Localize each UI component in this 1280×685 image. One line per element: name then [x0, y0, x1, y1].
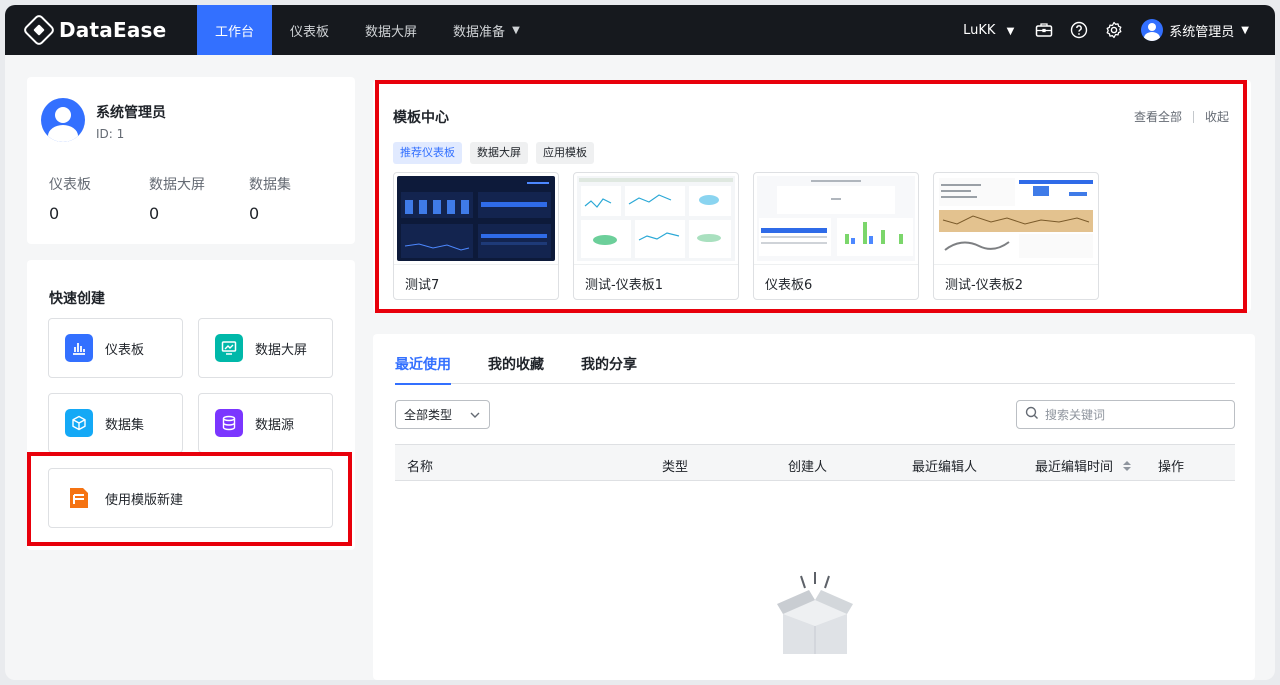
- template-card[interactable]: 测试-仪表板2: [933, 172, 1099, 300]
- user-name: 系统管理员: [1169, 24, 1235, 40]
- template-preview-image: [394, 173, 558, 264]
- search-icon: [1025, 406, 1039, 424]
- search-input[interactable]: [1045, 407, 1215, 422]
- column-header-name: 名称: [407, 460, 434, 475]
- template-card[interactable]: 测试-仪表板1: [573, 172, 739, 300]
- tab-shared[interactable]: 我的分享: [581, 354, 637, 384]
- profile-id: ID: 1: [96, 127, 125, 141]
- user-avatar-icon: [41, 98, 85, 142]
- select-value: 全部类型: [404, 408, 453, 422]
- column-header-label: 最近编辑时间: [1035, 460, 1114, 475]
- database-icon: [215, 409, 243, 437]
- stat-dataset: 数据集 0: [249, 174, 291, 223]
- button-label: 仪表板: [105, 342, 145, 358]
- stat-value: 0: [49, 204, 60, 223]
- stat-label: 数据大屏: [149, 177, 205, 193]
- nav-tab-label: 工作台: [215, 24, 255, 40]
- nav-tab-dashboard[interactable]: 仪表板: [272, 5, 347, 55]
- stat-label: 仪表板: [49, 177, 91, 193]
- template-card[interactable]: 仪表板6: [753, 172, 919, 300]
- template-center-card: 模板中心 查看全部 收起 推荐仪表板 数据大屏 应用模板 测试7 测试-仪表板1…: [373, 80, 1251, 312]
- template-name: 测试-仪表板2: [934, 264, 1098, 299]
- button-label: 使用模版新建: [105, 492, 184, 508]
- create-dashboard-button[interactable]: 仪表板: [48, 318, 183, 378]
- create-data-screen-button[interactable]: 数据大屏: [198, 318, 333, 378]
- search-box: [1016, 400, 1235, 429]
- language-switch[interactable]: LuKK ▼: [963, 23, 1014, 38]
- caret-down-icon: ▼: [1006, 25, 1015, 37]
- stat-dashboard: 仪表板 0: [49, 174, 91, 223]
- column-header-last-editor: 最近编辑人: [912, 460, 978, 475]
- nav-tab-data-prep[interactable]: 数据准备 ▼: [435, 5, 538, 55]
- template-card[interactable]: 测试7: [393, 172, 559, 300]
- stat-value: 0: [149, 204, 160, 223]
- app-logo[interactable]: DataEase: [22, 13, 197, 47]
- template-name: 测试7: [394, 264, 558, 299]
- stat-label: 数据集: [249, 177, 291, 193]
- button-label: 数据大屏: [255, 342, 308, 358]
- caret-down-icon: ▼: [512, 24, 520, 36]
- nav-tab-label: 仪表板: [290, 24, 330, 40]
- logo-icon: [22, 13, 56, 47]
- tab-recent[interactable]: 最近使用: [395, 354, 451, 385]
- recent-tabs: 最近使用 我的收藏 我的分享: [395, 354, 1235, 385]
- button-label: 数据源: [255, 417, 295, 433]
- table-header: 名称 类型 创建人 最近编辑人 最近编辑时间 操作: [395, 444, 1235, 481]
- profile-card: 系统管理员 ID: 1 仪表板 0 数据大屏 0 数据集 0: [27, 77, 355, 244]
- avatar: [1141, 19, 1164, 41]
- app-name: DataEase: [59, 18, 167, 42]
- chevron-down-icon: [469, 409, 481, 424]
- collapse-link[interactable]: 收起: [1205, 108, 1229, 125]
- help-icon[interactable]: [1069, 20, 1089, 40]
- chip-data-screen[interactable]: 数据大屏: [470, 142, 528, 164]
- chip-app-template[interactable]: 应用模板: [536, 142, 594, 164]
- template-name: 仪表板6: [754, 264, 918, 299]
- template-preview-image: [754, 173, 918, 264]
- quick-create-title: 快速创建: [49, 291, 105, 307]
- nav-tab-data-screen[interactable]: 数据大屏: [347, 5, 435, 55]
- template-preview-image: [574, 173, 738, 264]
- chip-recommended-dashboard[interactable]: 推荐仪表板: [393, 142, 462, 164]
- stat-data-screen: 数据大屏 0: [149, 174, 205, 223]
- type-filter-select[interactable]: 全部类型: [395, 400, 490, 429]
- empty-box-icon: [763, 562, 867, 666]
- app-window: DataEase 工作台 仪表板 数据大屏 数据准备 ▼ LuKK ▼ 系统管理…: [5, 5, 1275, 680]
- template-preview-image: [934, 173, 1098, 264]
- create-datasource-button[interactable]: 数据源: [198, 393, 333, 453]
- language-label: LuKK: [963, 22, 996, 38]
- screen-icon: [215, 334, 243, 362]
- recent-panel: 最近使用 我的收藏 我的分享 全部类型 名称 类型 创建人 最近编辑人 最近编辑…: [373, 334, 1255, 680]
- view-all-link[interactable]: 查看全部: [1134, 108, 1182, 125]
- profile-name: 系统管理员: [96, 105, 166, 121]
- divider: [1192, 110, 1194, 123]
- quick-create-card: 快速创建 仪表板 数据大屏 数据集 数据源 使用模版新建: [27, 260, 355, 550]
- template-icon: [65, 484, 93, 512]
- settings-gear-icon[interactable]: [1104, 20, 1124, 40]
- user-menu[interactable]: 系统管理员 ▼: [1141, 19, 1249, 41]
- nav-tab-label: 数据准备: [453, 24, 506, 40]
- tab-favorites[interactable]: 我的收藏: [488, 354, 544, 384]
- caret-down-icon: ▼: [1241, 24, 1249, 36]
- toolbox-icon[interactable]: [1034, 20, 1054, 40]
- nav-tab-workbench[interactable]: 工作台: [197, 5, 273, 55]
- button-label: 数据集: [105, 417, 145, 433]
- column-header-type: 类型: [662, 460, 689, 475]
- template-name: 测试-仪表板1: [574, 264, 738, 299]
- bar-chart-icon: [65, 334, 93, 362]
- nav-tab-label: 数据大屏: [365, 24, 418, 40]
- sort-icon[interactable]: [1122, 460, 1132, 476]
- cube-icon: [65, 409, 93, 437]
- create-dataset-button[interactable]: 数据集: [48, 393, 183, 453]
- column-header-actions: 操作: [1158, 460, 1185, 475]
- column-header-last-edit-time[interactable]: 最近编辑时间: [1035, 456, 1132, 476]
- template-center-title: 模板中心: [393, 110, 449, 126]
- column-header-creator: 创建人: [788, 460, 828, 475]
- create-from-template-button[interactable]: 使用模版新建: [48, 468, 333, 528]
- stat-value: 0: [249, 204, 260, 223]
- top-nav: DataEase 工作台 仪表板 数据大屏 数据准备 ▼ LuKK ▼ 系统管理…: [5, 5, 1275, 55]
